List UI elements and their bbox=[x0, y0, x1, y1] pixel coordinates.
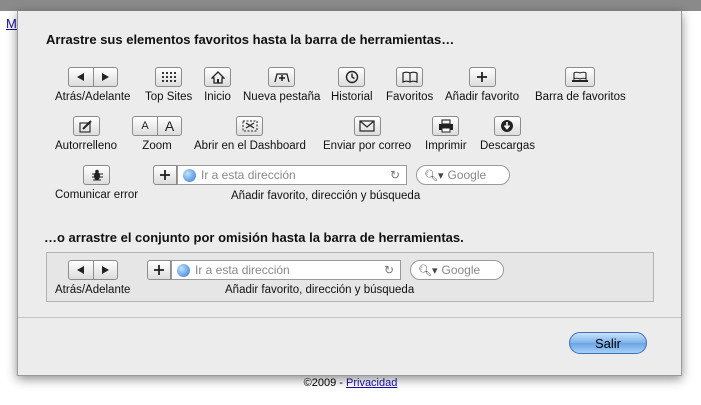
address-placeholder: Ir a esta dirección bbox=[195, 263, 290, 277]
toolbar-item-bookmarks[interactable]: Favoritos bbox=[386, 67, 433, 103]
plus-icon bbox=[468, 67, 496, 87]
toolbar-item-label: Inicio bbox=[204, 91, 231, 103]
address-placeholder: Ir a esta dirección bbox=[201, 168, 296, 182]
search-placeholder: Google bbox=[447, 168, 487, 182]
toolbar-item-print[interactable]: Imprimir bbox=[425, 116, 467, 152]
back-arrow-icon bbox=[67, 260, 93, 280]
home-icon bbox=[204, 67, 231, 87]
address-combo-label: Añadir favorito, dirección y búsqueda bbox=[231, 190, 421, 202]
scissors-clip-icon bbox=[236, 116, 264, 136]
toolbar-item-new-tab[interactable]: Nueva pestaña bbox=[243, 67, 320, 103]
toolbar-item-label: Descargas bbox=[480, 140, 535, 152]
sheet-divider bbox=[18, 317, 681, 318]
toolbar-item-autofill[interactable]: Autorrelleno bbox=[55, 116, 117, 152]
toolbar-item-add-bookmark[interactable]: Añadir favorito bbox=[445, 67, 519, 103]
toolbar-item-top-sites[interactable]: Top Sites bbox=[145, 67, 192, 103]
customize-toolbar-sheet: Arrastre sus elementos favoritos hasta l… bbox=[17, 11, 682, 376]
toolbar-item-open-dashboard[interactable]: Abrir en el Dashboard bbox=[194, 116, 306, 152]
toolbar-item-zoom[interactable]: A A Zoom bbox=[132, 116, 182, 152]
envelope-icon bbox=[353, 116, 381, 136]
privacy-link[interactable]: Privacidad bbox=[346, 377, 397, 389]
toolbar-item-downloads[interactable]: Descargas bbox=[480, 116, 535, 152]
default-search-field: 🔍︎▾ Google bbox=[410, 260, 504, 280]
address-field[interactable]: Ir a esta dirección ↻ bbox=[177, 165, 407, 185]
toolbar-item-label: Abrir en el Dashboard bbox=[194, 140, 306, 152]
toolbar-item-history[interactable]: Historial bbox=[331, 67, 373, 103]
default-address-combo-label: Añadir favorito, dirección y búsqueda bbox=[225, 284, 415, 296]
forward-arrow-icon bbox=[92, 260, 118, 280]
default-item-back-forward: Atrás/Adelante bbox=[55, 260, 130, 296]
default-toolbar-set[interactable]: Atrás/Adelante Ir a esta dirección ↻ 🔍︎▾… bbox=[46, 252, 654, 302]
globe-icon bbox=[177, 263, 190, 277]
bookmarks-bar-icon bbox=[565, 67, 596, 87]
search-icon: 🔍︎▾ bbox=[424, 169, 444, 182]
toolbar-item-label: Favoritos bbox=[386, 91, 434, 103]
add-bookmark-icon bbox=[147, 260, 171, 280]
reload-icon: ↻ bbox=[389, 168, 400, 182]
globe-icon bbox=[183, 168, 196, 182]
clock-icon bbox=[338, 67, 366, 87]
top-sites-grid-icon bbox=[155, 67, 183, 87]
done-button[interactable]: Salir bbox=[569, 332, 647, 354]
window-title-bar bbox=[0, 0, 701, 11]
toolbar-item-label: Top Sites bbox=[145, 91, 193, 103]
new-tab-icon bbox=[268, 67, 296, 87]
toolbar-item-report-bug[interactable]: Comunicar error bbox=[55, 165, 138, 201]
toolbar-item-label: Barra de favoritos bbox=[535, 91, 626, 103]
zoom-in-icon: A bbox=[157, 116, 182, 136]
search-field[interactable]: 🔍︎▾ Google bbox=[416, 165, 510, 185]
default-address-field: Ir a esta dirección ↻ bbox=[171, 260, 401, 280]
toolbar-item-label: Historial bbox=[331, 91, 373, 103]
toolbar-item-label: Imprimir bbox=[425, 140, 467, 152]
toolbar-item-label: Atrás/Adelante bbox=[55, 91, 131, 103]
toolbar-item-label: Añadir favorito bbox=[445, 91, 520, 103]
background-footer: ©2009 - Privacidad bbox=[0, 377, 701, 389]
toolbar-item-label: Nueva pestaña bbox=[243, 91, 321, 103]
drag-items-heading: Arrastre sus elementos favoritos hasta l… bbox=[46, 32, 455, 47]
zoom-out-icon: A bbox=[132, 116, 157, 136]
toolbar-item-home[interactable]: Inicio bbox=[204, 67, 231, 103]
reload-icon: ↻ bbox=[383, 263, 394, 277]
footer-copyright: ©2009 - bbox=[303, 377, 346, 389]
search-placeholder: Google bbox=[441, 263, 481, 277]
toolbar-item-bookmarks-bar[interactable]: Barra de favoritos bbox=[535, 67, 626, 103]
back-arrow-icon bbox=[67, 67, 93, 87]
toolbar-item-mail[interactable]: Enviar por correo bbox=[323, 116, 411, 152]
drag-default-heading: …o arrastre el conjunto por omisión hast… bbox=[44, 230, 464, 245]
pencil-icon bbox=[72, 116, 100, 136]
book-icon bbox=[396, 67, 424, 87]
toolbar-item-label: Enviar por correo bbox=[323, 140, 412, 152]
forward-arrow-icon bbox=[92, 67, 118, 87]
toolbar-item-label: Autorrelleno bbox=[55, 140, 118, 152]
search-icon: 🔍︎▾ bbox=[418, 264, 438, 277]
toolbar-item-label: Comunicar error bbox=[55, 189, 139, 201]
default-item-label: Atrás/Adelante bbox=[55, 284, 131, 296]
printer-icon bbox=[432, 116, 460, 136]
bug-icon bbox=[83, 165, 111, 185]
toolbar-item-back-forward[interactable]: Atrás/Adelante bbox=[55, 67, 130, 103]
download-icon bbox=[493, 116, 521, 136]
background-page-link[interactable]: M bbox=[6, 16, 17, 31]
add-bookmark-icon[interactable] bbox=[153, 165, 177, 185]
toolbar-item-label: Zoom bbox=[142, 140, 172, 152]
